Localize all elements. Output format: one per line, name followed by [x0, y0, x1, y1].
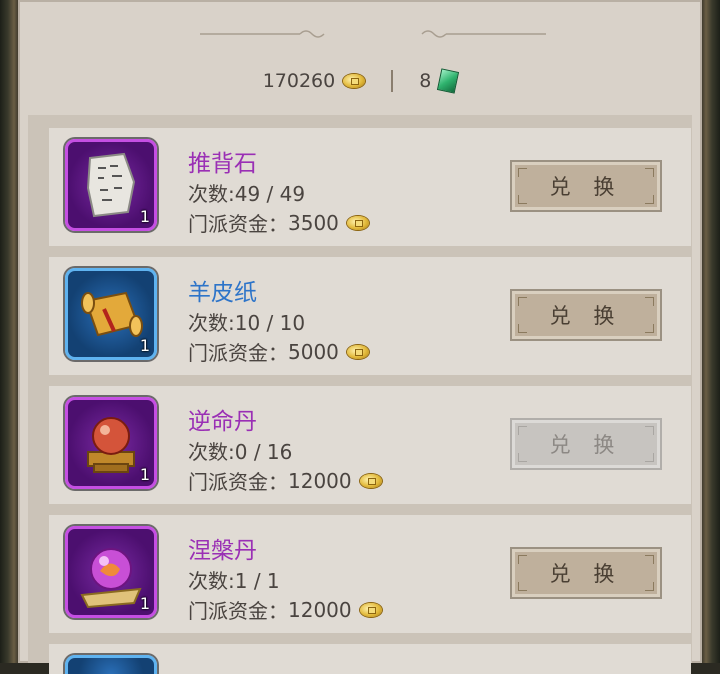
- left-frame-border: [0, 0, 20, 663]
- item-name: 涅槃丹: [188, 538, 257, 564]
- list-item: 1 涅槃丹 次数:1 / 1 门派资金： 12000 兑 换: [49, 515, 691, 633]
- list-item: 1 推背石 次数:49 / 49 门派资金： 3500 兑 换: [49, 128, 691, 246]
- gold-coin-icon: [359, 602, 382, 617]
- exchange-button-label: 兑 换: [549, 304, 623, 328]
- cost-value: 5000: [288, 339, 339, 364]
- currency-bar: 170260 8: [18, 66, 702, 96]
- exchange-button[interactable]: 兑 换: [510, 160, 662, 212]
- item-icon-frame[interactable]: 1: [65, 268, 157, 360]
- exchange-times: 次数:0 / 16: [188, 440, 293, 464]
- jade-gem-icon: [437, 68, 460, 94]
- cost-label: 门派资金：: [188, 470, 288, 494]
- exchange-button[interactable]: 兑 换: [510, 547, 662, 599]
- item-name: 羊皮纸: [188, 280, 257, 306]
- item-count: 1: [139, 594, 150, 613]
- currency-separator: [391, 70, 394, 92]
- item-count: 1: [139, 336, 150, 355]
- item-name: 逆命丹: [188, 409, 257, 435]
- exchange-panel: 170260 8 1 推背石 次数:49 / 49 门派资金： 3500 兑 换…: [18, 0, 702, 674]
- exchange-times: 次数:49 / 49: [188, 182, 306, 206]
- item-cost: 门派资金： 3500: [188, 208, 369, 237]
- cost-label: 门派资金：: [188, 341, 288, 365]
- exchange-button-label: 兑 换: [549, 175, 623, 199]
- exchange-button[interactable]: 兑 换: [510, 418, 662, 470]
- exchange-list: 1 推背石 次数:49 / 49 门派资金： 3500 兑 换 1 羊皮纸 次数…: [28, 115, 692, 674]
- cost-label: 门派资金：: [188, 212, 288, 236]
- gold-coin-icon: [343, 74, 366, 88]
- right-frame-border: [700, 0, 720, 663]
- left-divider-ornament: [200, 30, 325, 38]
- list-item: [49, 644, 691, 674]
- item-count: 1: [139, 207, 150, 226]
- cost-value: 3500: [288, 210, 339, 235]
- cost-value: 12000: [288, 468, 352, 493]
- exchange-button-label: 兑 换: [549, 562, 623, 586]
- exchange-button-label: 兑 换: [549, 433, 623, 457]
- gold-coin-icon: [346, 344, 369, 359]
- gold-amount: 170260: [262, 70, 336, 92]
- right-divider-ornament: [421, 30, 546, 38]
- exchange-times: 次数:1 / 1: [188, 569, 280, 593]
- cost-label: 门派资金：: [188, 599, 288, 623]
- jade-amount: 8: [419, 70, 432, 92]
- item-cost: 门派资金： 12000: [188, 595, 382, 624]
- exchange-times: 次数:10 / 10: [188, 311, 306, 335]
- item-count: 1: [139, 465, 150, 484]
- item-name: 推背石: [188, 151, 257, 177]
- list-item: 1 逆命丹 次数:0 / 16 门派资金： 12000 兑 换: [49, 386, 691, 504]
- item-icon-frame[interactable]: [65, 655, 157, 674]
- cost-value: 12000: [288, 597, 352, 622]
- gold-coin-icon: [346, 215, 369, 230]
- item-cost: 门派资金： 12000: [188, 466, 382, 495]
- item-icon-frame[interactable]: 1: [65, 397, 157, 489]
- item-cost: 门派资金： 5000: [188, 337, 369, 366]
- exchange-button[interactable]: 兑 换: [510, 289, 662, 341]
- list-item: 1 羊皮纸 次数:10 / 10 门派资金： 5000 兑 换: [49, 257, 691, 375]
- gold-coin-icon: [359, 473, 382, 488]
- item-icon-frame[interactable]: 1: [65, 526, 157, 618]
- item-icon-frame[interactable]: 1: [65, 139, 157, 231]
